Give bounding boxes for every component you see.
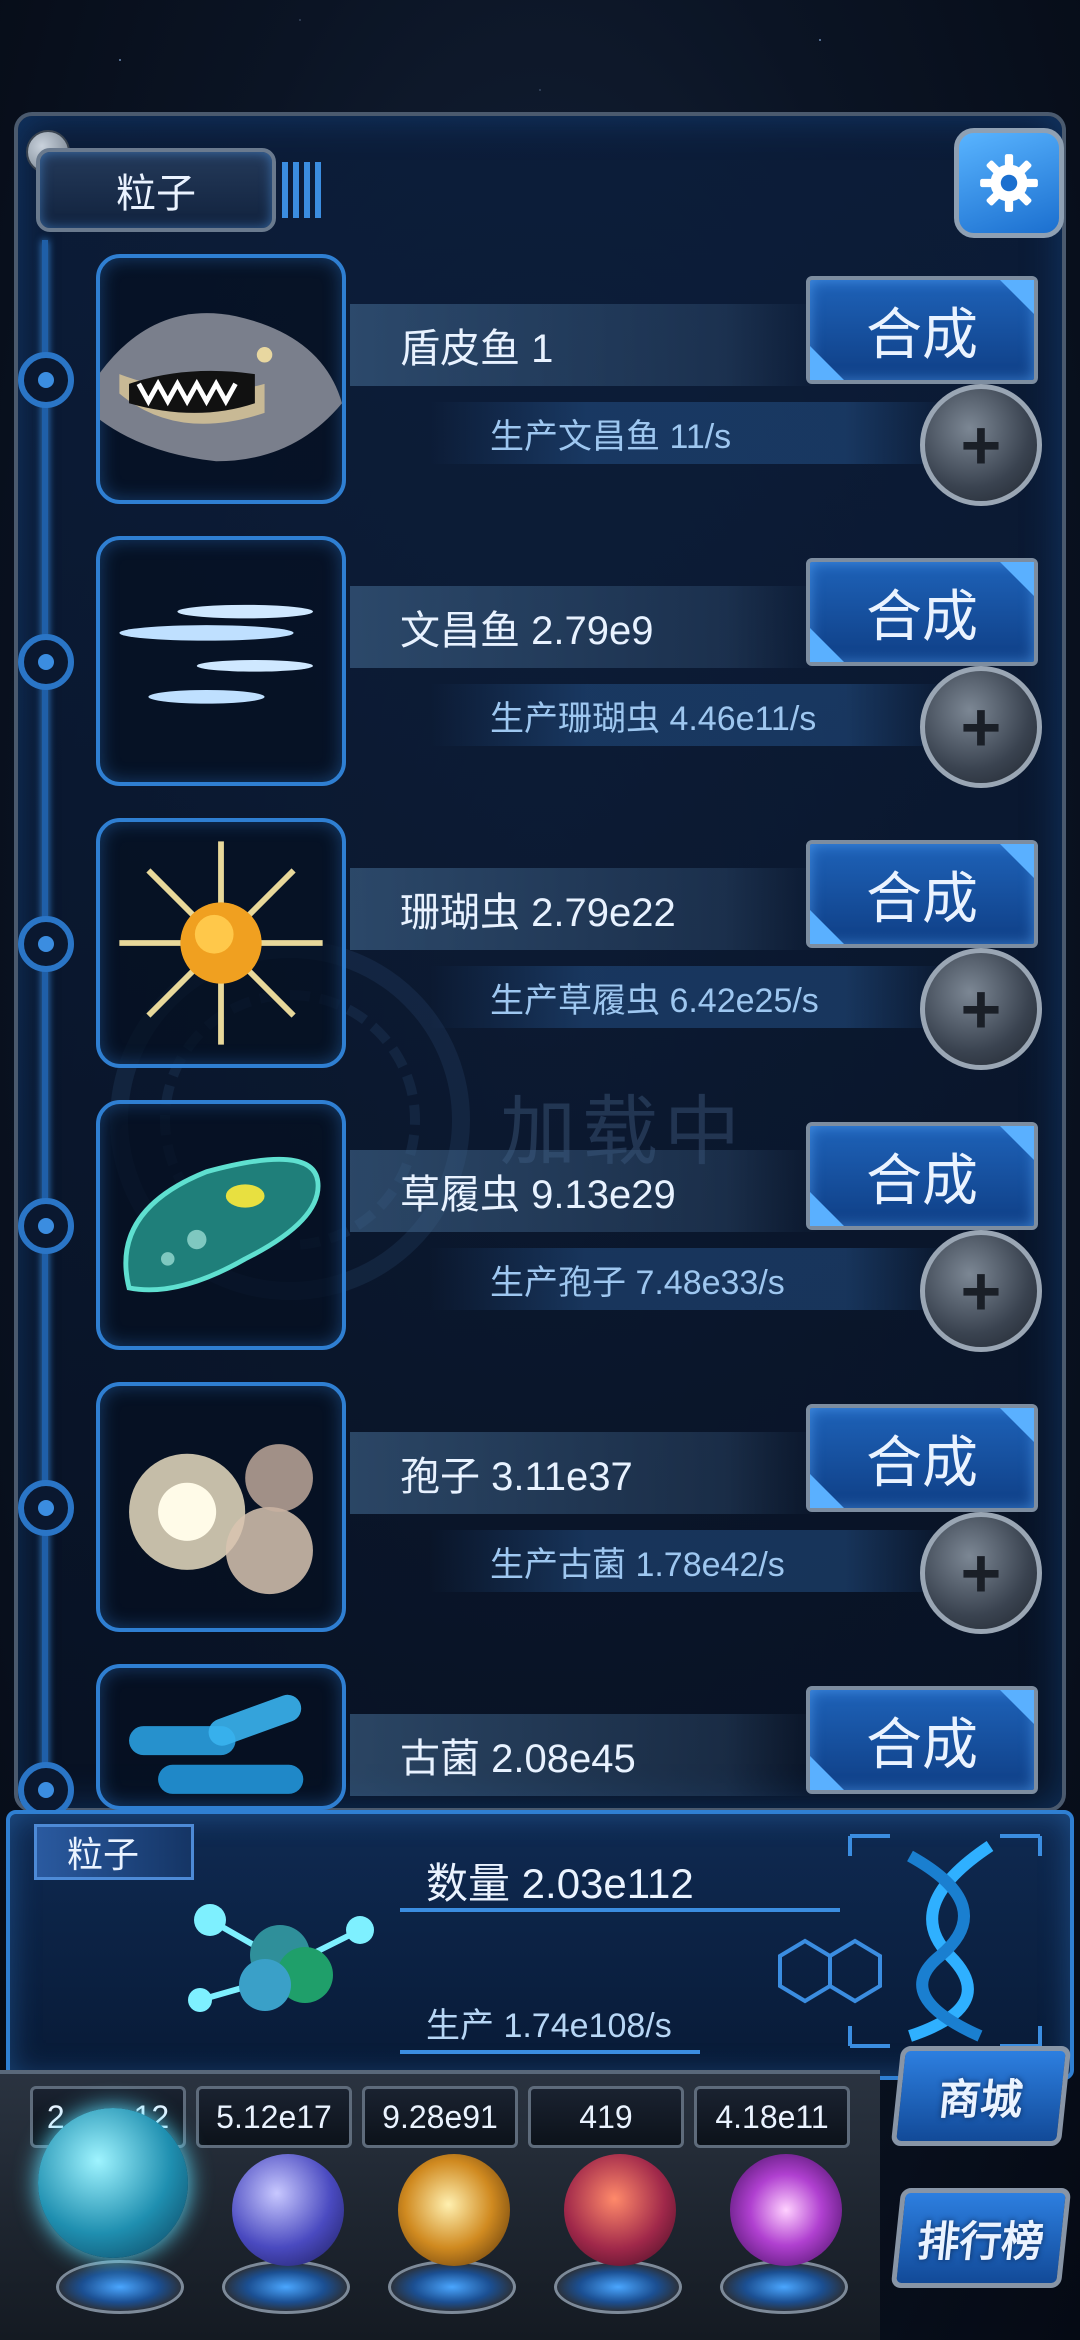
creature-production: 生产古菌 1.78e42/s	[430, 1530, 950, 1592]
category-tab[interactable]: 粒子	[36, 148, 276, 232]
combine-button[interactable]: 合成	[806, 276, 1038, 384]
pedestal	[720, 2260, 848, 2314]
add-button[interactable]: +	[920, 1230, 1042, 1352]
dunkleosteus-icon	[96, 254, 346, 504]
orb-row	[36, 2098, 856, 2328]
plus-icon: +	[960, 688, 1002, 766]
creature-production: 生产孢子 7.48e33/s	[430, 1248, 950, 1310]
orb-slot	[202, 2098, 362, 2328]
orb-slot	[700, 2098, 860, 2328]
plus-icon: +	[960, 1252, 1002, 1330]
combine-button[interactable]: 合成	[806, 1122, 1038, 1230]
orb-slot	[368, 2098, 528, 2328]
settings-button[interactable]	[954, 128, 1064, 238]
galaxy-orb-icon[interactable]	[398, 2154, 510, 2266]
stripes-decor	[282, 162, 322, 218]
orb-slot	[534, 2098, 694, 2328]
list-item: 盾皮鱼 1 生产文昌鱼 11/s 合成 +	[0, 254, 1080, 534]
archaea-icon	[96, 1664, 346, 1810]
creature-production: 生产草履虫 6.42e25/s	[430, 966, 950, 1028]
gear-icon	[980, 154, 1038, 212]
shop-button[interactable]: 商城	[890, 2046, 1072, 2146]
add-button[interactable]: +	[920, 948, 1042, 1070]
spores-icon	[96, 1382, 346, 1632]
pedestal	[554, 2260, 682, 2314]
divider-line	[400, 2050, 700, 2054]
brain-orb-icon[interactable]	[564, 2154, 676, 2266]
creature-production: 生产文昌鱼 11/s	[430, 402, 950, 464]
plus-icon: +	[960, 406, 1002, 484]
creature-name: 草履虫 9.13e29	[350, 1150, 820, 1232]
creature-production: 生产珊瑚虫 4.46e11/s	[430, 684, 950, 746]
paramecium-icon	[96, 1100, 346, 1350]
plus-icon: +	[960, 1534, 1002, 1612]
particle-production: 生产 1.74e108/s	[426, 2007, 672, 2045]
list-item: 草履虫 9.13e29 生产孢子 7.48e33/s 合成 +	[0, 1100, 1080, 1380]
add-button[interactable]: +	[920, 666, 1042, 788]
pedestal	[388, 2260, 516, 2314]
list-item: 珊瑚虫 2.79e22 生产草履虫 6.42e25/s 合成 +	[0, 818, 1080, 1098]
creature-name: 文昌鱼 2.79e9	[350, 586, 820, 668]
plus-icon: +	[960, 970, 1002, 1048]
creature-name: 盾皮鱼 1	[350, 304, 820, 386]
list-item: 文昌鱼 2.79e9 生产珊瑚虫 4.46e11/s 合成 +	[0, 536, 1080, 816]
combine-button[interactable]: 合成	[806, 840, 1038, 948]
pedestal	[222, 2260, 350, 2314]
creature-name: 珊瑚虫 2.79e22	[350, 868, 820, 950]
coral-polyp-icon	[96, 818, 346, 1068]
combine-button[interactable]: 合成	[806, 558, 1038, 666]
combine-button[interactable]: 合成	[806, 1686, 1038, 1794]
add-button[interactable]: +	[920, 384, 1042, 506]
particle-orb-icon[interactable]	[38, 2108, 188, 2258]
combine-button[interactable]: 合成	[806, 1404, 1038, 1512]
list-item: 孢子 3.11e37 生产古菌 1.78e42/s 合成 +	[0, 1382, 1080, 1662]
vortex-orb-icon[interactable]	[730, 2154, 842, 2266]
add-button[interactable]: +	[920, 1512, 1042, 1634]
particle-count: 数量 2.03e112	[426, 1860, 694, 1907]
orb-slot	[36, 2098, 196, 2328]
lightning-orb-icon[interactable]	[232, 2154, 344, 2266]
creature-name: 孢子 3.11e37	[350, 1432, 820, 1514]
dna-icon	[778, 1834, 1042, 2048]
creature-name: 古菌 2.08e45	[350, 1714, 820, 1796]
molecule-icon	[188, 1904, 374, 2012]
ranking-button[interactable]: 排行榜	[890, 2188, 1072, 2288]
category-tab-label: 粒子	[116, 172, 196, 216]
pedestal	[56, 2260, 184, 2314]
lancelet-icon	[96, 536, 346, 786]
